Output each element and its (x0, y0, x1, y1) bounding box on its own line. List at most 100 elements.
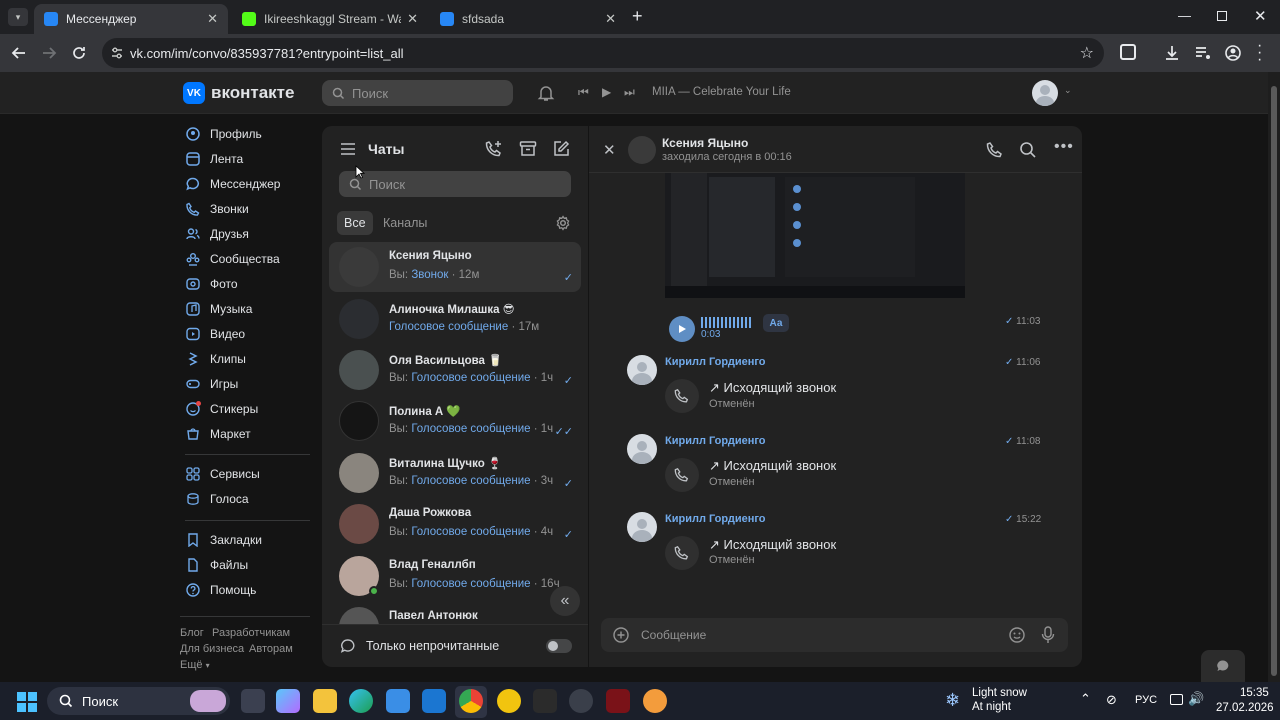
collapse-panel-button[interactable]: « (550, 586, 580, 616)
chat-item-3[interactable]: Полина А 💚 Вы: Голосовое сообщение · 1ч … (329, 396, 581, 446)
forward-arrow-icon[interactable] (40, 44, 58, 62)
chat-item-1[interactable]: Алиночка Милашка 😎 Голосовое сообщение ·… (329, 294, 581, 344)
microphone-icon[interactable] (1041, 626, 1055, 644)
footer-link-blog[interactable]: Блог (180, 627, 204, 639)
edge-icon[interactable] (349, 689, 373, 713)
avatar[interactable] (627, 355, 657, 385)
emoji-icon[interactable] (1009, 627, 1025, 643)
sidebar-item-calls[interactable]: Звонки (185, 199, 249, 219)
message-author[interactable]: Кирилл Гордиенго (665, 513, 766, 525)
call-icon-button[interactable] (665, 536, 699, 570)
floating-chat-button[interactable] (1201, 650, 1245, 682)
message-input[interactable]: Сообщение (641, 628, 991, 642)
site-info-icon[interactable] (110, 46, 124, 60)
back-arrow-icon[interactable] (10, 44, 28, 62)
reload-icon[interactable] (70, 44, 88, 62)
settings-gear-icon[interactable] (555, 215, 571, 231)
bookmark-star-icon[interactable]: ☆ (1080, 43, 1094, 63)
footer-link-authors[interactable]: Авторам (249, 643, 293, 655)
browser-menu-icon[interactable]: · · · (1257, 38, 1262, 68)
window-minimize-button[interactable]: — (1178, 8, 1191, 23)
more-options-icon[interactable]: ••• (1054, 138, 1074, 156)
transcribe-button[interactable]: Аа (763, 314, 789, 332)
display-icon[interactable] (1170, 694, 1183, 705)
media-control-icon[interactable] (1194, 44, 1212, 62)
weather-snow-icon[interactable]: ❄ (945, 690, 960, 711)
sidebar-item-stickers[interactable]: Стикеры (185, 399, 258, 419)
player-track-title[interactable]: MIIA — Celebrate Your Life (652, 86, 791, 98)
window-close-button[interactable]: ✕ (1254, 7, 1267, 25)
player-prev-icon[interactable]: ⏮ (578, 85, 589, 100)
sidebar-item-music[interactable]: Музыка (185, 299, 252, 319)
weather-title[interactable]: Light snow (972, 687, 1027, 699)
address-bar[interactable]: vk.com/im/convo/835937781?entrypoint=lis… (102, 38, 1104, 68)
sidebar-item-feed[interactable]: Лента (185, 149, 243, 169)
sidebar-item-files[interactable]: Файлы (185, 555, 248, 575)
network-off-icon[interactable]: ⊘ (1106, 692, 1117, 708)
notifications-bell-icon[interactable] (537, 84, 555, 102)
message-author[interactable]: Кирилл Гордиенго (665, 356, 766, 368)
avatar[interactable] (627, 434, 657, 464)
conversation-avatar[interactable] (628, 136, 656, 164)
call-phone-icon[interactable] (986, 141, 1004, 159)
sidebar-item-video[interactable]: Видео (185, 324, 245, 344)
new-tab-button[interactable]: + (632, 6, 643, 27)
chrome-icon[interactable] (459, 689, 483, 713)
sidebar-item-services[interactable]: Сервисы (185, 464, 260, 484)
profile-icon[interactable] (1224, 44, 1242, 62)
chat-item-4[interactable]: Виталина Щучко 🍷 Вы: Голосовое сообщение… (329, 448, 581, 498)
outlook-icon[interactable] (422, 689, 446, 713)
sidebar-item-market[interactable]: Маркет (185, 424, 251, 444)
chat-item-5[interactable]: Даша Рожкова Вы: Голосовое сообщение · 4… (329, 499, 581, 549)
call-icon-button[interactable] (665, 458, 699, 492)
browser-tab-sfdsada[interactable]: sfdsada ✕ (430, 4, 626, 34)
close-conversation-icon[interactable]: ✕ (603, 141, 616, 159)
chevron-down-icon[interactable]: ⌄ (1064, 85, 1072, 96)
user-avatar[interactable] (1032, 80, 1058, 106)
sidebar-item-messenger[interactable]: Мессенджер (185, 174, 280, 194)
footer-link-more[interactable]: Ещё ▾ (180, 659, 210, 671)
tab-channels[interactable]: Каналы (383, 216, 427, 230)
close-tab-icon[interactable]: ✕ (605, 11, 616, 27)
voice-play-button[interactable] (669, 316, 695, 342)
file-explorer-icon[interactable] (313, 689, 337, 713)
app-icon-orange[interactable] (643, 689, 667, 713)
footer-link-developers[interactable]: Разработчикам (212, 627, 290, 639)
search-icon[interactable] (1019, 141, 1037, 159)
download-icon[interactable] (1163, 44, 1181, 62)
call-icon-button[interactable] (665, 379, 699, 413)
chat-item-6[interactable]: Влад Геналлбп Вы: Голосовое сообщение · … (329, 551, 581, 601)
sidebar-item-communities[interactable]: Сообщества (185, 249, 280, 269)
tab-all[interactable]: Все (337, 211, 373, 235)
conversation-name[interactable]: Ксения Яцыно (662, 136, 748, 150)
footer-link-business[interactable]: Для бизнеса (180, 643, 244, 655)
taskbar-search[interactable]: Поиск (47, 687, 230, 715)
sidebar-item-photo[interactable]: Фото (185, 274, 238, 294)
clock-time[interactable]: 15:35 (1240, 687, 1269, 699)
image-attachment[interactable] (665, 173, 965, 298)
sidebar-item-help[interactable]: Помощь (185, 580, 256, 600)
tab-search-button[interactable]: ▾ (8, 8, 28, 26)
sidebar-item-friends[interactable]: Друзья (185, 224, 249, 244)
player-play-icon[interactable]: ▶ (602, 85, 611, 99)
page-scrollbar[interactable] (1268, 72, 1280, 682)
voice-waveform[interactable] (701, 317, 751, 328)
close-tab-icon[interactable]: ✕ (207, 11, 218, 27)
sidebar-item-votes[interactable]: Голоса (185, 489, 249, 509)
clock-date[interactable]: 27.02.2026 (1216, 702, 1274, 714)
sidebar-item-games[interactable]: Игры (185, 374, 238, 394)
avatar[interactable] (627, 512, 657, 542)
message-author[interactable]: Кирилл Гордиенго (665, 435, 766, 447)
app-icon-steam[interactable] (569, 689, 593, 713)
tray-chevron-up-icon[interactable]: ⌃ (1080, 691, 1091, 707)
sidebar-item-profile[interactable]: Профиль (185, 124, 262, 144)
sidebar-item-clips[interactable]: Клипы (185, 349, 246, 369)
vk-logo[interactable]: VK вконтакте (183, 82, 294, 104)
browser-tab-kick[interactable]: Ikireeshkaggl Stream - Watch Live on Kic… (232, 4, 428, 34)
chat-item-2[interactable]: Оля Васильцова 🥛 Вы: Голосовое сообщение… (329, 345, 581, 395)
chat-search-input[interactable]: Поиск (339, 171, 571, 197)
close-tab-icon[interactable]: ✕ (407, 11, 418, 27)
new-call-icon[interactable] (485, 140, 503, 158)
task-view-icon[interactable] (241, 689, 265, 713)
browser-tab-messenger[interactable]: Мессенджер ✕ (34, 4, 228, 34)
